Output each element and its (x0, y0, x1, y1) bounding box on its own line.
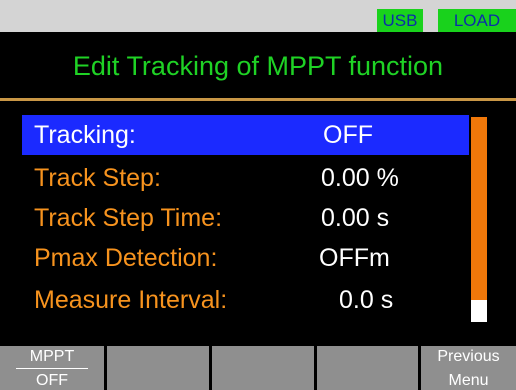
soft-key-4[interactable] (317, 346, 418, 390)
soft-key-2[interactable] (107, 346, 209, 390)
setting-row-pmax-detection[interactable]: Pmax Detection: OFFm (22, 238, 469, 278)
status-bar: USB LOAD (0, 0, 516, 32)
setting-row-measure-interval[interactable]: Measure Interval: 0.0 s (22, 280, 469, 320)
load-indicator-badge: LOAD (438, 9, 516, 32)
soft-key-value: OFF (36, 372, 68, 389)
setting-value: 0.00 s (321, 204, 390, 232)
setting-row-track-step[interactable]: Track Step: 0.00 % (22, 158, 469, 198)
scrollbar[interactable] (471, 117, 487, 322)
page-title: Edit Tracking of MPPT function (72, 51, 444, 81)
soft-key-label-line2: Menu (448, 372, 489, 389)
soft-key-label: MPPT (29, 348, 75, 365)
setting-value: 0.0 s (339, 286, 394, 314)
setting-label: Track Step Time: (34, 204, 223, 232)
usb-indicator-badge: USB (377, 9, 423, 32)
soft-key-label: Previous (437, 348, 500, 365)
setting-row-tracking[interactable]: Tracking: OFF (22, 115, 469, 155)
title-bar: Edit Tracking of MPPT function (0, 34, 516, 98)
scrollbar-thumb[interactable] (471, 300, 487, 322)
setting-label: Tracking: (34, 121, 136, 149)
settings-list: Tracking: OFF Track Step: 0.00 % Track S… (0, 101, 516, 338)
setting-value: 0.00 % (321, 164, 399, 192)
soft-key-bar: MPPT OFF Previous Menu (0, 346, 516, 390)
soft-key-previous-menu[interactable]: Previous Menu (421, 346, 516, 390)
setting-value: OFF (323, 121, 373, 149)
setting-label: Track Step: (34, 164, 161, 192)
soft-key-3[interactable] (212, 346, 314, 390)
soft-key-mppt[interactable]: MPPT OFF (0, 346, 104, 390)
setting-row-track-step-time[interactable]: Track Step Time: 0.00 s (22, 198, 469, 238)
setting-value: OFFm (319, 244, 390, 272)
setting-label: Pmax Detection: (34, 244, 218, 272)
setting-label: Measure Interval: (34, 286, 228, 314)
